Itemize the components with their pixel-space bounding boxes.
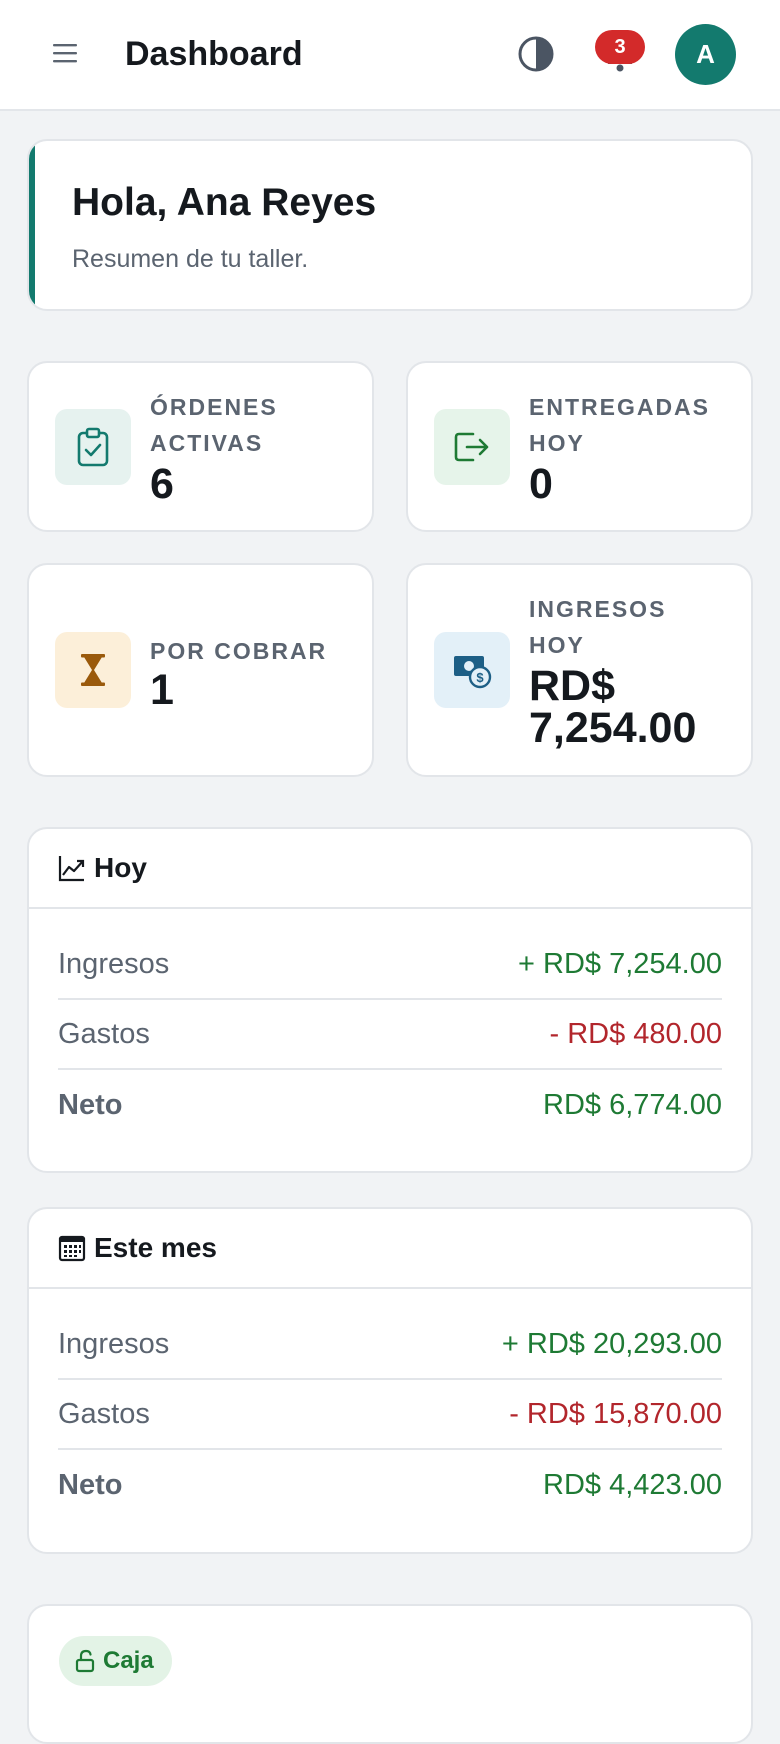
notification-badge: 3 [595,30,645,64]
row-label: Neto [58,1088,123,1121]
row-label: Ingresos [58,947,170,980]
today-summary-card: Hoy Ingresos + RD$ 7,254.00 Gastos - RD$… [27,827,753,1173]
menu-button[interactable] [44,32,86,74]
stat-card-delivered-today[interactable]: ENTREGADAS HOY 0 [406,361,753,532]
stat-value: 6 [150,460,174,508]
row-value: - RD$ 480.00 [549,1017,723,1050]
theme-toggle-button[interactable] [514,32,558,76]
stat-card-income-today[interactable]: $ INGRESOS HOY RD$ 7,254.00 [406,563,753,777]
cash-register-button[interactable]: Caja [59,1636,172,1686]
trend-chart-icon [58,856,85,882]
svg-text:$: $ [476,670,484,685]
row-value: + RD$ 7,254.00 [518,947,722,980]
row-value: - RD$ 15,870.00 [509,1397,722,1430]
hourglass-icon [55,632,131,708]
row-label: Gastos [58,1397,150,1430]
notifications-button[interactable]: 3 [592,28,648,78]
today-summary-header: Hoy [29,829,751,909]
cash-register-card: Caja [27,1604,753,1744]
clipboard-check-icon [55,409,131,485]
exit-arrow-icon [434,409,510,485]
row-label: Neto [58,1468,123,1501]
cash-icon: $ [434,632,510,708]
stat-card-receivable[interactable]: POR COBRAR 1 [27,563,374,777]
today-summary-title: Hoy [94,852,147,883]
contrast-icon [518,36,554,72]
stat-label: INGRESOS HOY [529,596,667,658]
cash-register-label: Caja [103,1647,154,1674]
calendar-icon [58,1235,86,1262]
greeting-title: Hola, Ana Reyes [72,181,377,224]
month-net-row: Neto RD$ 4,423.00 [58,1450,722,1520]
month-income-row: Ingresos + RD$ 20,293.00 [58,1310,722,1380]
unlock-icon [75,1649,95,1673]
row-label: Ingresos [58,1327,170,1360]
row-value: RD$ 6,774.00 [543,1088,722,1121]
stat-value: 0 [529,460,553,508]
today-income-row: Ingresos + RD$ 7,254.00 [58,930,722,1000]
stat-card-active-orders[interactable]: ÓRDENES ACTIVAS 6 [27,361,374,532]
month-summary-header: Este mes [29,1209,751,1289]
top-bar: Dashboard 3 A [0,0,780,111]
today-net-row: Neto RD$ 6,774.00 [58,1070,722,1140]
hamburger-icon [53,44,77,63]
page-title: Dashboard [125,35,303,73]
month-summary-title: Este mes [94,1232,217,1263]
stat-label: ÓRDENES ACTIVAS [150,394,278,456]
stat-label: POR COBRAR [150,638,328,664]
greeting-card: Hola, Ana Reyes Resumen de tu taller. [27,139,753,311]
greeting-subtitle: Resumen de tu taller. [72,245,309,273]
row-value: + RD$ 20,293.00 [501,1327,722,1360]
stat-value: RD$ 7,254.00 [529,662,697,752]
stat-value: 1 [150,666,174,714]
month-expenses-row: Gastos - RD$ 15,870.00 [58,1380,722,1450]
month-summary-card: Este mes Ingresos + RD$ 20,293.00 Gastos… [27,1207,753,1554]
avatar[interactable]: A [675,24,736,85]
row-value: RD$ 4,423.00 [543,1468,722,1501]
row-label: Gastos [58,1017,150,1050]
stat-label: ENTREGADAS HOY [529,394,711,456]
today-expenses-row: Gastos - RD$ 480.00 [58,1000,722,1070]
